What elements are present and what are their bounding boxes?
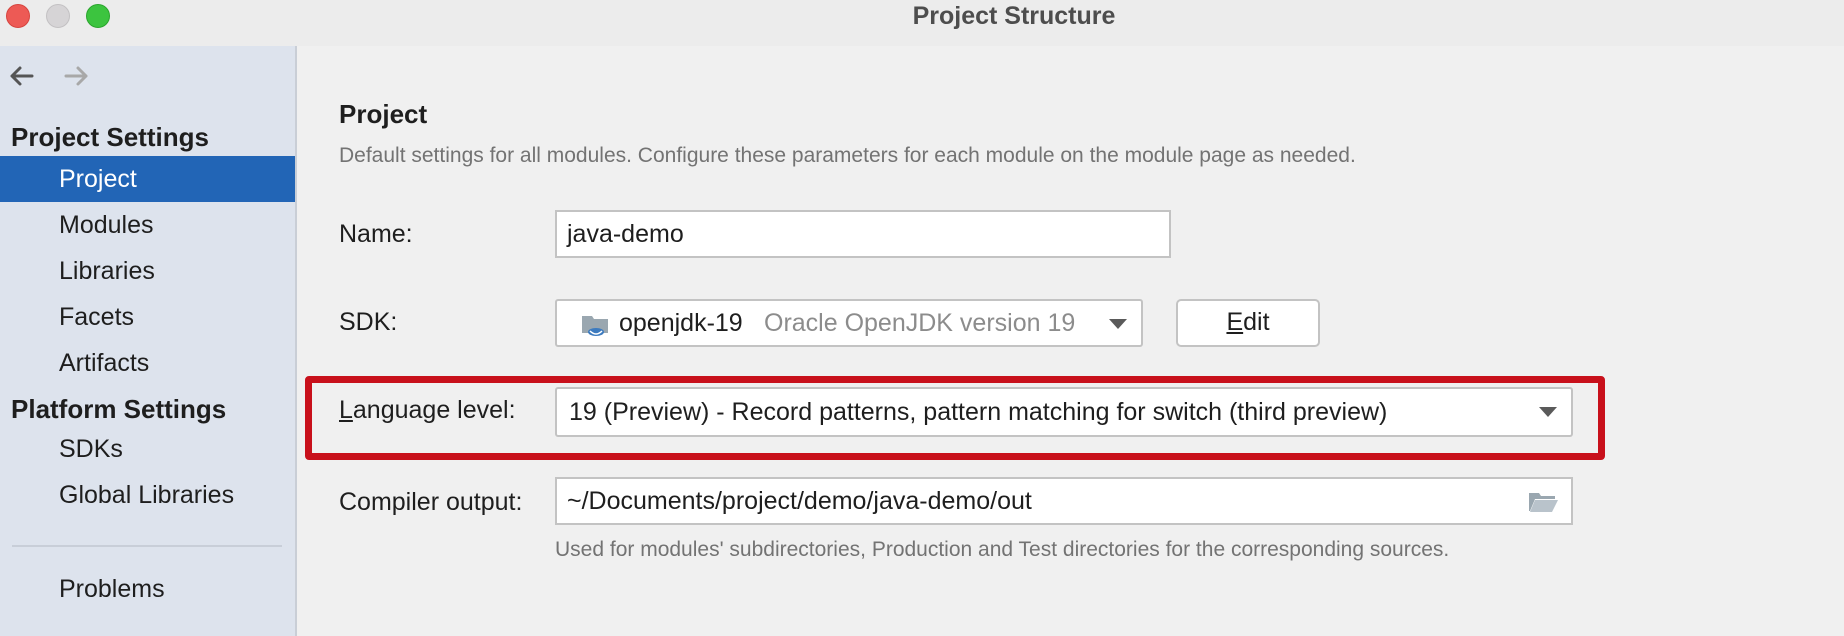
sidebar-item-modules[interactable]: Modules — [0, 202, 295, 248]
page-title: Project — [339, 99, 428, 129]
browse-folder-icon[interactable] — [1527, 489, 1559, 515]
sidebar-item-libraries[interactable]: Libraries — [0, 248, 295, 294]
chevron-down-icon — [1109, 319, 1127, 329]
language-level-label: Language level: — [339, 396, 516, 425]
jdk-folder-icon — [582, 316, 608, 336]
compiler-output-hint: Used for modules' subdirectories, Produc… — [555, 538, 1450, 561]
sidebar-item-global-libraries[interactable]: Global Libraries — [0, 472, 295, 518]
compiler-output-value: ~/Documents/project/demo/java-demo/out — [567, 487, 1032, 515]
platform-settings-heading: Platform Settings — [11, 394, 227, 424]
name-label: Name: — [339, 220, 413, 248]
window-title: Project Structure — [912, 2, 1116, 30]
compiler-output-label: Compiler output: — [339, 488, 523, 516]
back-arrow-icon[interactable] — [6, 60, 38, 92]
title-bar: Project Structure — [0, 0, 1844, 46]
sidebar-divider — [12, 545, 282, 547]
language-level-label-text: anguage level: — [352, 396, 516, 424]
sdk-dropdown[interactable]: openjdk-19 Oracle OpenJDK version 19 — [555, 299, 1143, 347]
language-level-dropdown[interactable]: 19 (Preview) - Record patterns, pattern … — [555, 387, 1573, 437]
sdk-selected-detail: Oracle OpenJDK version 19 — [764, 309, 1076, 337]
forward-arrow-icon[interactable] — [60, 60, 92, 92]
edit-mnemonic: E — [1226, 308, 1244, 336]
sidebar-item-problems[interactable]: Problems — [0, 566, 295, 612]
chevron-down-icon — [1539, 407, 1557, 417]
sdk-label: SDK: — [339, 308, 398, 336]
project-settings-panel: Project Default settings for all modules… — [299, 46, 1844, 636]
language-level-value: 19 (Preview) - Record patterns, pattern … — [569, 398, 1388, 426]
compiler-output-input[interactable]: ~/Documents/project/demo/java-demo/out — [555, 477, 1573, 525]
sidebar-item-sdks[interactable]: SDKs — [0, 426, 295, 472]
sdk-selected-name: openjdk-19 — [619, 309, 743, 337]
sidebar-item-facets[interactable]: Facets — [0, 294, 295, 340]
page-description: Default settings for all modules. Config… — [339, 144, 1356, 167]
name-input[interactable]: java-demo — [555, 210, 1171, 258]
project-settings-heading: Project Settings — [11, 122, 209, 152]
language-level-mnemonic: L — [339, 396, 353, 424]
edit-label: dit — [1243, 308, 1270, 336]
edit-sdk-button[interactable]: Edit — [1176, 299, 1320, 347]
sidebar-item-project[interactable]: Project — [0, 156, 295, 202]
sidebar: Project Settings Project Modules Librari… — [0, 46, 297, 636]
sidebar-item-artifacts[interactable]: Artifacts — [0, 340, 295, 386]
